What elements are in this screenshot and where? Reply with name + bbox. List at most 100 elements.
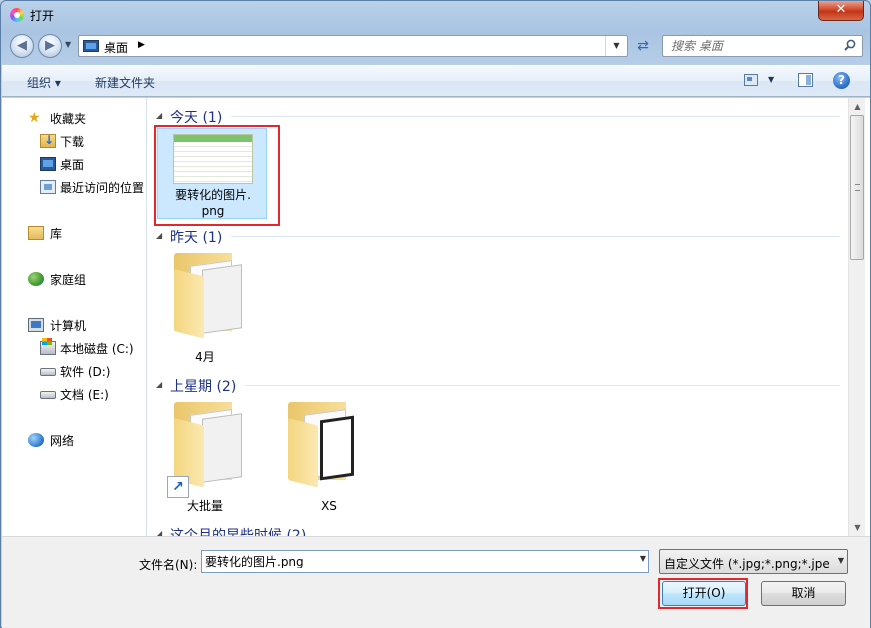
window-title: 打开 [30,9,55,23]
address-current-location[interactable]: 桌面 [104,39,128,56]
chevron-down-icon[interactable]: ▼ [838,556,844,565]
filename-label: 文件名(N): [139,558,198,572]
nav-label: 下载 [60,135,85,149]
nav-network[interactable]: 网络 [2,430,147,450]
filename-combobox[interactable]: ▼ [201,550,649,573]
recent-places-icon [40,180,56,194]
group-header-earlier-month[interactable]: ◢ 这个月的早些时候 (2) [148,524,840,536]
computer-icon [28,318,44,332]
breadcrumb-chevron-icon[interactable]: ▶ [138,40,145,50]
system-disk-icon [40,338,56,355]
highlight-annotation [658,578,748,609]
file-list: ◢ 今天 (1) 要转化的图片. png ◢ 昨天 (1) 4月 ◢ 上星期 (… [148,98,848,536]
filename-input[interactable] [205,554,625,568]
cancel-button[interactable]: 取消 [761,581,846,606]
collapse-arrow-icon[interactable]: ◢ [156,231,162,240]
folder-icon [174,402,246,488]
nav-favorites[interactable]: ★ 收藏夹 [2,108,147,128]
nav-downloads[interactable]: 下载 [2,131,147,151]
collapse-arrow-icon[interactable]: ◢ [156,380,162,389]
nav-desktop[interactable]: 桌面 [2,154,147,174]
nav-computer[interactable]: 计算机 [2,315,147,335]
desktop-icon [83,40,99,52]
homegroup-icon [28,272,44,286]
nav-label: 本地磁盘 (C:) [60,342,134,356]
collapse-arrow-icon[interactable]: ◢ [156,529,162,536]
refresh-icon: ⇄ [637,38,649,54]
folder-name: 大批量 [186,499,223,513]
back-arrow-icon: ◀ [17,38,27,53]
folder-item-xs[interactable]: XS [276,400,386,518]
new-folder-button[interactable]: 新建文件夹 [95,74,155,91]
back-button[interactable]: ◀ [10,34,34,58]
folder-item-april[interactable]: 4月 [164,251,274,369]
title-bar[interactable]: 打开 ✕ [1,1,870,29]
network-icon [28,433,44,447]
forward-button[interactable]: ▶ [38,34,62,58]
file-type-filter-value: 自定义文件 (*.jpg;*.png;*.jpeg [664,557,829,571]
nav-libraries[interactable]: 库 [2,223,147,243]
collapse-arrow-icon[interactable]: ◢ [156,111,162,120]
nav-label: 收藏夹 [50,112,87,126]
search-input[interactable] [671,39,831,53]
scroll-up-icon[interactable]: ▲ [849,98,866,115]
folder-name: XS [321,499,337,513]
file-type-filter[interactable]: 自定义文件 (*.jpg;*.png;*.jpeg ▼ [659,549,848,574]
nav-disk-e[interactable]: 文档 (E:) [2,384,147,404]
group-divider [231,236,840,237]
group-header-today[interactable]: ◢ 今天 (1) [148,106,840,126]
group-label: 今天 (1) [170,110,223,126]
nav-label: 库 [50,227,63,241]
group-divider [245,385,840,386]
nav-label: 网络 [50,434,75,448]
nav-recent-places[interactable]: 最近访问的位置 [2,177,147,197]
browser-area: ★ 收藏夹 下载 桌面 最近访问的位置 库 家庭组 [2,98,870,536]
refresh-button[interactable]: ⇄ [631,35,655,57]
preview-pane-icon[interactable] [798,73,813,87]
nav-label: 桌面 [60,158,85,172]
group-header-yesterday[interactable]: ◢ 昨天 (1) [148,226,840,246]
folder-icon [174,253,246,339]
disk-drive-icon [40,391,56,399]
address-row: ◀ ▶ ▼ 桌面 ▶ ▼ ⇄ [1,31,870,61]
navigation-pane: ★ 收藏夹 下载 桌面 最近访问的位置 库 家庭组 [2,98,147,536]
nav-disk-c[interactable]: 本地磁盘 (C:) [2,338,147,358]
forward-arrow-icon: ▶ [45,38,55,53]
nav-label: 计算机 [50,319,87,333]
nav-homegroup[interactable]: 家庭组 [2,269,147,289]
scroll-down-icon[interactable]: ▼ [849,519,866,536]
app-icon [10,8,24,22]
libraries-icon [28,226,44,240]
vertical-scrollbar[interactable]: ▲ ▼ [848,98,865,536]
scrollbar-thumb[interactable] [850,115,864,260]
star-icon: ★ [28,110,41,126]
organize-button[interactable]: 组织 ▾ [27,74,61,91]
view-options-dropdown[interactable]: ▼ [768,75,774,84]
group-label: 昨天 (1) [170,230,223,246]
change-view-icon[interactable] [744,74,758,86]
address-bar[interactable]: 桌面 ▶ ▼ [78,35,628,57]
search-box[interactable] [662,35,863,57]
recent-pages-dropdown[interactable]: ▼ [65,40,71,49]
group-header-last-week[interactable]: ◢ 上星期 (2) [148,375,840,395]
nav-label: 最近访问的位置 [60,181,145,195]
search-icon[interactable] [844,39,856,51]
close-button[interactable]: ✕ [818,1,864,21]
folder-icon [288,402,360,488]
disk-drive-icon [40,368,56,376]
group-divider [231,116,840,117]
desktop-icon [40,157,56,171]
nav-label: 文档 (E:) [60,388,109,402]
highlight-annotation [154,125,280,226]
help-icon[interactable]: ? [833,72,850,89]
nav-label: 家庭组 [50,273,87,287]
folder-item-batch[interactable]: 大批量 [164,400,274,518]
group-label: 上星期 (2) [170,379,237,395]
command-bar: 组织 ▾ 新建文件夹 ▼ ? [2,65,870,97]
address-history-dropdown[interactable]: ▼ [605,36,627,56]
nav-label: 软件 (D:) [60,365,111,379]
nav-disk-d[interactable]: 软件 (D:) [2,361,147,381]
chevron-down-icon[interactable]: ▼ [640,554,646,563]
downloads-folder-icon [40,133,56,148]
folder-name: 4月 [195,350,215,364]
